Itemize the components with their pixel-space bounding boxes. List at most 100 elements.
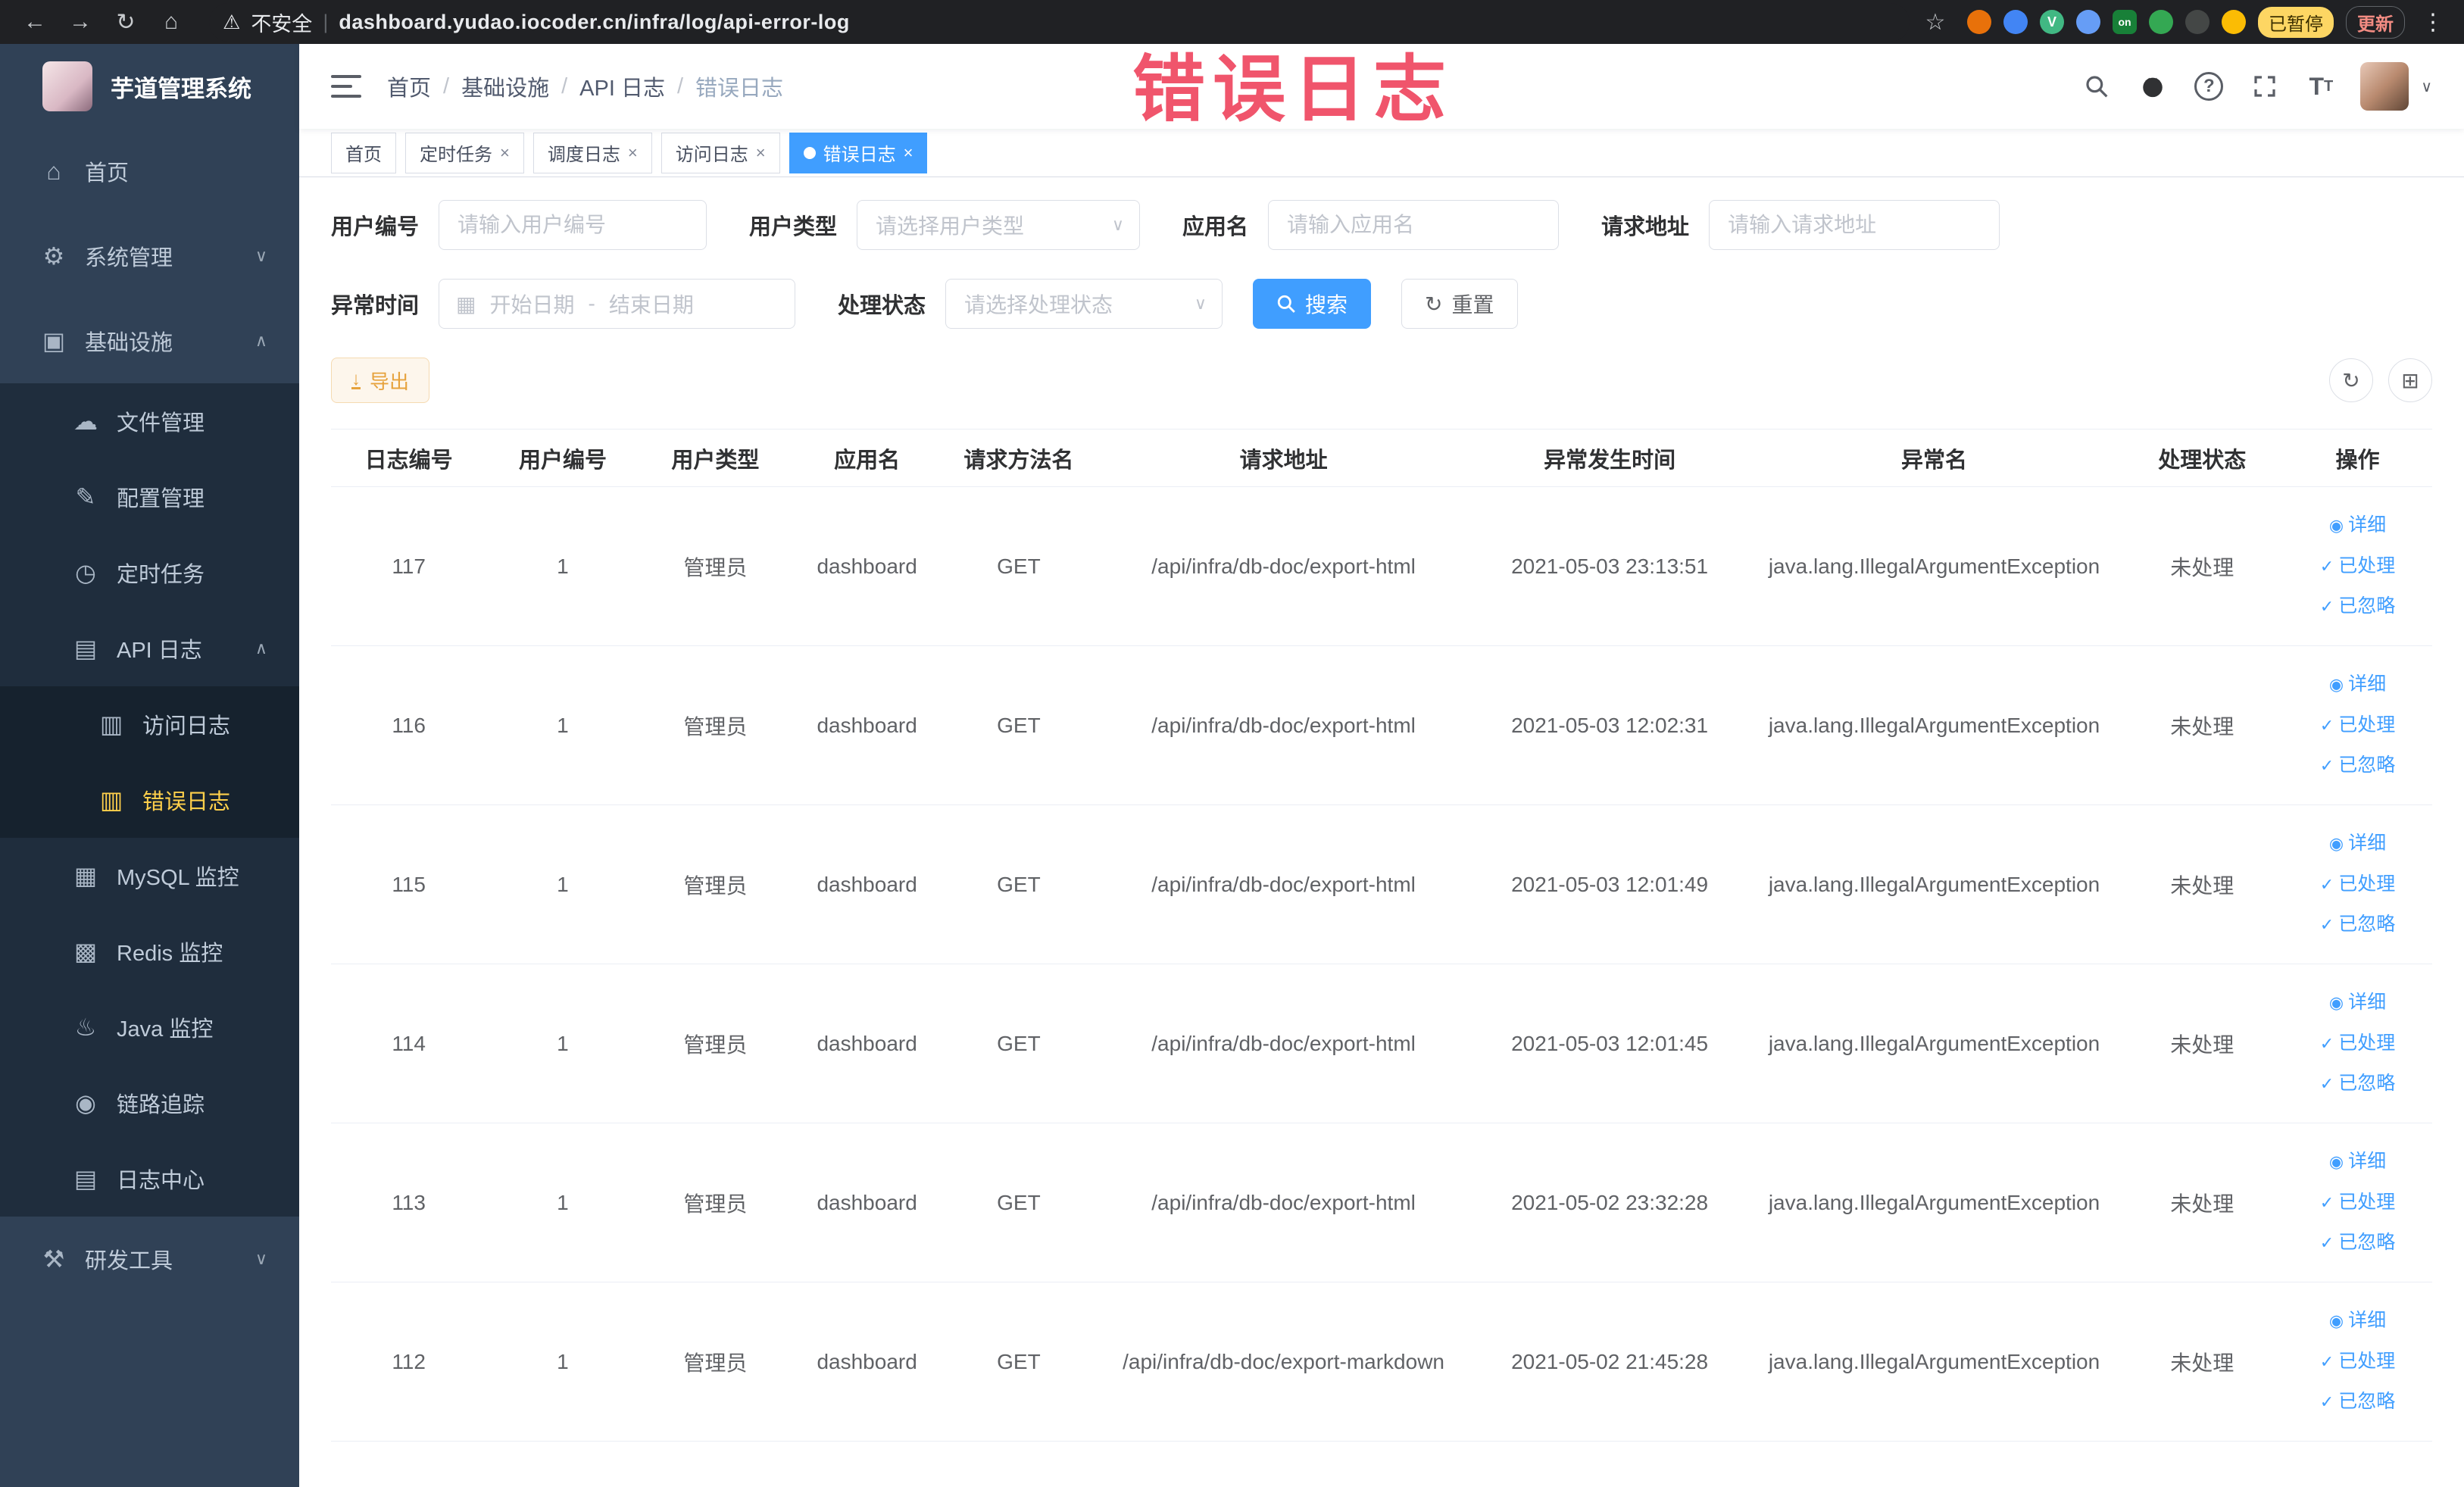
- filter-label-app-name: 应用名: [1182, 215, 1249, 239]
- sidebar-item-dev-tools[interactable]: ⚒ 研发工具 ∨: [0, 1217, 299, 1301]
- sidebar-item-mysql-monitor[interactable]: ▦ MySQL 监控: [0, 838, 299, 914]
- chevron-down-icon: ∨: [255, 1249, 267, 1268]
- chevron-down-icon: ∨: [255, 246, 267, 265]
- tab-scheduled-jobs[interactable]: 定时任务 ×: [405, 132, 524, 173]
- sidebar-item-system[interactable]: ⚙ 系统管理 ∨: [0, 214, 299, 298]
- close-icon[interactable]: ×: [904, 143, 913, 163]
- eye-icon: ◉: [75, 1089, 96, 1117]
- avatar-caret-icon[interactable]: ∨: [2421, 77, 2432, 96]
- row-action-ignore[interactable]: ✓ 已忽略: [2320, 589, 2395, 625]
- refresh-table-button[interactable]: ↻: [2329, 358, 2373, 402]
- row-action-detail[interactable]: ◉ 详细: [2329, 1303, 2386, 1339]
- forward-icon[interactable]: →: [61, 9, 100, 35]
- sidebar-item-scheduled-jobs[interactable]: ◷ 定时任务: [0, 535, 299, 611]
- close-icon[interactable]: ×: [500, 143, 510, 163]
- export-button[interactable]: ↓ 导出: [331, 358, 430, 403]
- update-button[interactable]: 更新: [2346, 5, 2405, 39]
- row-action-ignore[interactable]: ✓ 已忽略: [2320, 748, 2395, 784]
- row-action-processed[interactable]: ✓ 已处理: [2320, 548, 2395, 585]
- table-row: 112 1 管理员 dashboard GET/api/infra/db-doc/exp…: [331, 1282, 2432, 1442]
- on-badge[interactable]: on: [2113, 10, 2137, 34]
- close-icon[interactable]: ×: [756, 143, 766, 163]
- cell-log_id: 117: [392, 554, 426, 578]
- back-icon[interactable]: ←: [15, 9, 55, 35]
- sidebar-item-error-log[interactable]: ▥ 错误日志: [0, 762, 299, 838]
- row-action-processed[interactable]: ✓ 已处理: [2320, 1185, 2395, 1221]
- extension-icon[interactable]: [2185, 10, 2209, 34]
- app-logo[interactable]: 芋道管理系统: [0, 44, 299, 129]
- tab-error-log[interactable]: 错误日志 ×: [789, 132, 928, 173]
- column-settings-button[interactable]: ⊞: [2388, 358, 2432, 402]
- row-action-ignore[interactable]: ✓ 已忽略: [2320, 1225, 2395, 1261]
- cell-status: 未处理: [2170, 1192, 2234, 1216]
- user-avatar[interactable]: [2360, 62, 2409, 111]
- reset-button[interactable]: ↻ 重置: [1401, 279, 1518, 329]
- cell-app_name: dashboard: [817, 1031, 917, 1055]
- font-size-icon[interactable]: TT: [2304, 70, 2338, 103]
- home-nav-icon[interactable]: ⌂: [151, 9, 191, 35]
- edit-icon: ✎: [75, 483, 96, 511]
- process-status-select[interactable]: 请选择处理状态 ∨: [945, 279, 1223, 329]
- user-type-select[interactable]: 请选择用户类型 ∨: [857, 200, 1141, 250]
- breadcrumb-home[interactable]: 首页: [387, 70, 431, 102]
- exception-time-range[interactable]: ▦ 开始日期 - 结束日期: [439, 279, 796, 329]
- extension-icon[interactable]: [2003, 10, 2028, 34]
- app-name-input[interactable]: [1269, 201, 1559, 249]
- hamburger-icon[interactable]: [331, 73, 361, 99]
- emoji-extension-icon[interactable]: [2222, 10, 2246, 34]
- browser-menu-icon[interactable]: ⋮: [2417, 9, 2449, 36]
- filter-label-request-url: 请求地址: [1601, 215, 1690, 239]
- sidebar-item-access-log[interactable]: ▥ 访问日志: [0, 686, 299, 762]
- search-button[interactable]: 搜索: [1253, 279, 1372, 329]
- breadcrumb-infra[interactable]: 基础设施: [461, 70, 549, 102]
- sidebar-item-home[interactable]: ⌂ 首页: [0, 129, 299, 214]
- row-action-ignore[interactable]: ✓ 已忽略: [2320, 1066, 2395, 1102]
- row-action-detail[interactable]: ◉ 详细: [2329, 667, 2386, 703]
- cell-status: 未处理: [2170, 555, 2234, 579]
- vue-devtools-icon[interactable]: V: [2040, 10, 2064, 34]
- row-action-ignore[interactable]: ✓ 已忽略: [2320, 907, 2395, 943]
- extension-icon[interactable]: [2149, 10, 2173, 34]
- request-url-field: [1709, 200, 2000, 250]
- tab-access-log[interactable]: 访问日志 ×: [661, 132, 780, 173]
- tab-home[interactable]: 首页: [331, 132, 396, 173]
- breadcrumb-api-log[interactable]: API 日志: [579, 70, 665, 102]
- sidebar-item-api-log[interactable]: ▤ API 日志 ∧: [0, 611, 299, 686]
- error-log-table: 日志编号 用户编号 用户类型 应用名 请求方法名 请求地址 异常发生时间 异常名…: [331, 429, 2432, 1442]
- row-action-processed[interactable]: ✓ 已处理: [2320, 867, 2395, 903]
- tool-icon: ⚒: [42, 1245, 65, 1273]
- row-action-processed[interactable]: ✓ 已处理: [2320, 1026, 2395, 1062]
- extension-icon[interactable]: [2076, 10, 2100, 34]
- close-icon[interactable]: ×: [628, 143, 638, 163]
- row-action-processed[interactable]: ✓ 已处理: [2320, 1344, 2395, 1380]
- tab-dispatch-log[interactable]: 调度日志 ×: [532, 132, 652, 173]
- row-action-detail[interactable]: ◉ 详细: [2329, 508, 2386, 544]
- cell-app_name: dashboard: [817, 1190, 917, 1214]
- app-name-field: [1268, 200, 1560, 250]
- bookmark-star-icon[interactable]: ☆: [1916, 9, 1955, 36]
- help-icon[interactable]: ?: [2192, 70, 2225, 103]
- sidebar-item-config-manage[interactable]: ✎ 配置管理: [0, 459, 299, 535]
- cell-url: /api/infra/db-doc/export-html: [1151, 554, 1416, 578]
- app-title: 芋道管理系统: [111, 75, 251, 102]
- reload-icon[interactable]: ↻: [106, 9, 145, 36]
- address-bar[interactable]: ⚠ 不安全 | dashboard.yudao.iocoder.cn/infra…: [209, 2, 1910, 42]
- row-action-detail[interactable]: ◉ 详细: [2329, 985, 2386, 1021]
- sidebar-item-infra[interactable]: ▣ 基础设施 ∧: [0, 298, 299, 383]
- sidebar-item-file-manage[interactable]: ☁ 文件管理: [0, 383, 299, 459]
- row-action-processed[interactable]: ✓ 已处理: [2320, 708, 2395, 744]
- row-action-detail[interactable]: ◉ 详细: [2329, 1144, 2386, 1180]
- sidebar-item-redis-monitor[interactable]: ▩ Redis 监控: [0, 914, 299, 989]
- fullscreen-icon[interactable]: [2248, 70, 2281, 103]
- user-id-input[interactable]: [439, 201, 707, 249]
- sidebar-item-java-monitor[interactable]: ♨ Java 监控: [0, 989, 299, 1065]
- sidebar-item-log-center[interactable]: ▤ 日志中心: [0, 1141, 299, 1217]
- row-action-detail[interactable]: ◉ 详细: [2329, 826, 2386, 862]
- search-icon[interactable]: [2080, 70, 2113, 103]
- extension-icon[interactable]: [1967, 10, 1991, 34]
- github-icon[interactable]: [2136, 70, 2169, 103]
- paused-badge[interactable]: 已暂停: [2258, 6, 2334, 38]
- request-url-input[interactable]: [1710, 201, 2000, 249]
- sidebar-item-tracing[interactable]: ◉ 链路追踪: [0, 1065, 299, 1141]
- row-action-ignore[interactable]: ✓ 已忽略: [2320, 1384, 2395, 1420]
